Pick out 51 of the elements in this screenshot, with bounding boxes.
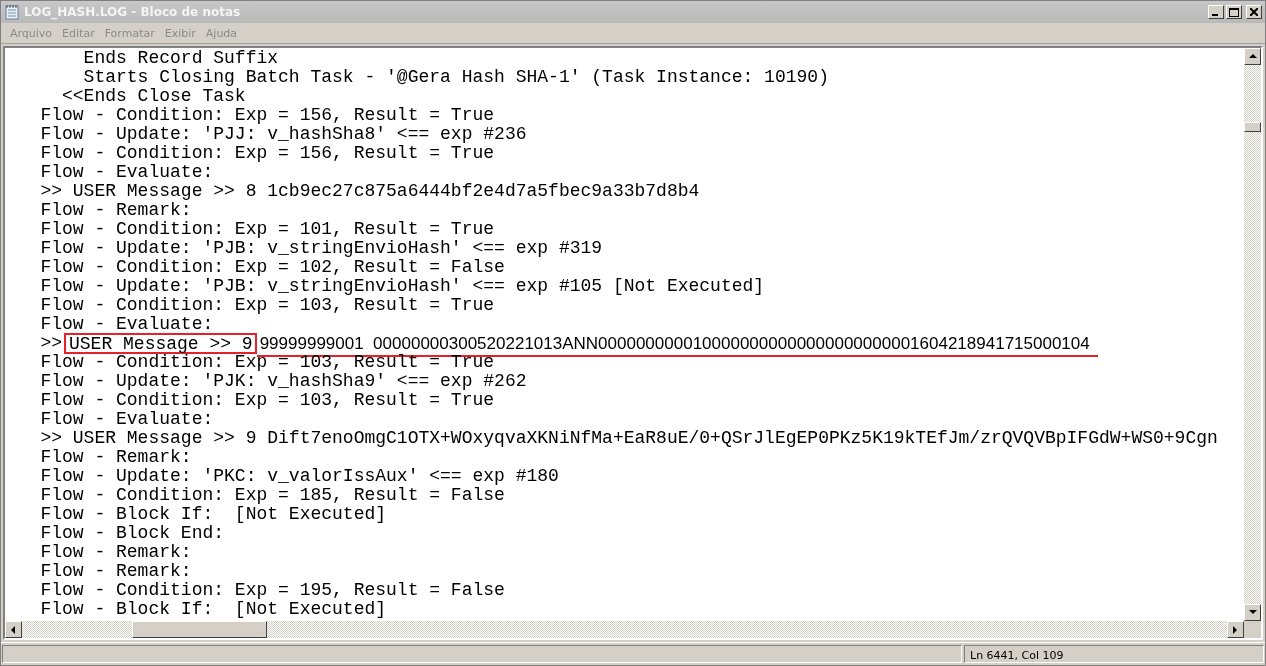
menu-item[interactable]: Exibir: [159, 26, 201, 40]
log-line: Flow - Remark:: [39, 562, 193, 581]
maximize-button[interactable]: [1226, 5, 1242, 19]
highlighted-label: USER Message >> 9: [64, 333, 257, 354]
scroll-right-button[interactable]: [1227, 621, 1244, 638]
menu-item[interactable]: Arquivo: [5, 26, 58, 40]
minimize-button[interactable]: [1208, 5, 1224, 19]
menu-item[interactable]: Ajuda: [200, 26, 243, 40]
log-prefix: >>: [39, 334, 62, 353]
log-line: >> USER Message >> 8 1cb9ec27c875a6444bf2e4d7a5fbec9a33b7d8b4: [39, 182, 701, 201]
menu-item[interactable]: Formatar: [99, 26, 160, 40]
log-line: <<Ends Close Task: [61, 87, 247, 106]
scroll-thumb[interactable]: [1244, 122, 1261, 132]
log-line: Flow - Update: 'PJB: v_stringEnvioHash' <== exp #319: [39, 239, 604, 258]
log-line: Flow - Condition: Exp = 156, Result = True: [39, 106, 496, 125]
log-line: Flow - Condition: Exp = 103, Result = True: [39, 296, 496, 315]
log-line: Flow - Condition: Exp = 101, Result = True: [39, 220, 496, 239]
scroll-down-button[interactable]: [1244, 604, 1261, 621]
log-line: Flow - Block End:: [39, 524, 226, 543]
log-line: Flow - Condition: Exp = 103, Result = True: [39, 391, 496, 410]
log-line: Flow - Condition: Exp = 185, Result = False: [39, 486, 506, 505]
log-line: Flow - Evaluate:: [39, 410, 215, 429]
scroll-thumb[interactable]: [132, 621, 267, 638]
vertical-scrollbar[interactable]: [1244, 48, 1261, 621]
log-line: Flow - Remark:: [39, 448, 193, 467]
log-line: Flow - Block If: [Not Executed]: [39, 505, 388, 524]
log-line: Flow - Remark:: [39, 543, 193, 562]
text-area[interactable]: [5, 48, 1244, 621]
scroll-left-button[interactable]: [5, 621, 22, 638]
scroll-up-button[interactable]: [1244, 48, 1261, 65]
log-line: Flow - Update: 'PKC: v_valorIssAux' <== exp #180: [39, 467, 560, 486]
log-line: Flow - Condition: Exp = 102, Result = False: [39, 258, 506, 277]
cursor-position: Ln 6441, Col 109: [964, 645, 1264, 663]
log-line: Flow - Block If: [Not Executed]: [39, 600, 388, 619]
maximize-icon: [1229, 7, 1239, 17]
log-line: Flow - Update: 'PJB: v_stringEnvioHash' <== exp #105 [Not Executed]: [39, 277, 766, 296]
close-button[interactable]: [1246, 5, 1262, 19]
log-line: Flow - Update: 'PJJ: v_hashSha8' <== exp #236: [39, 125, 528, 144]
log-line: Flow - Condition: Exp = 195, Result = False: [39, 581, 506, 600]
horizontal-scrollbar[interactable]: [5, 621, 1244, 638]
log-line: Ends Record Suffix: [82, 49, 280, 68]
log-line: Flow - Evaluate:: [39, 163, 215, 182]
menu-item[interactable]: Editar: [57, 26, 100, 40]
log-line: Flow - Evaluate:: [39, 315, 215, 334]
log-line: Flow - Condition: Exp = 156, Result = True: [39, 144, 496, 163]
log-line: Flow - Update: 'PJK: v_hashSha9' <== exp #262: [39, 372, 528, 391]
notepad-icon: [5, 4, 19, 20]
close-icon: [1250, 8, 1258, 16]
log-line: >> USER Message >> 9 Dift7enoOmgC1OTX+WOxyqvaXKNiNfMa+EaR8uE/0+QSrJlEgEP0PKz5K19kTEfJm/zrQVQVBpIFGdW+WS0+9Cgn: [39, 429, 1219, 448]
log-line: Starts Closing Batch Task - '@Gera Hash SHA-1' (Task Instance: 10190): [82, 68, 830, 87]
log-line: Flow - Remark:: [39, 201, 193, 220]
